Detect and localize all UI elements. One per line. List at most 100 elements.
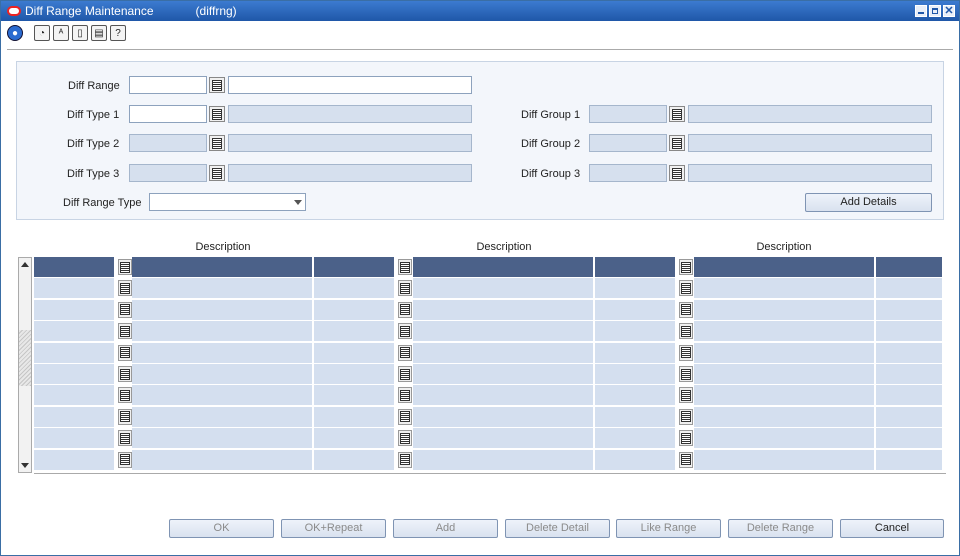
maximize-icon[interactable] xyxy=(929,5,941,17)
code-cell-1[interactable] xyxy=(34,364,116,384)
description-cell-1[interactable] xyxy=(132,385,314,406)
scroll-up-icon[interactable] xyxy=(21,262,29,267)
row-lov-button[interactable] xyxy=(679,323,693,340)
description-cell-1[interactable] xyxy=(132,257,314,277)
code-cell-1[interactable] xyxy=(34,299,116,320)
row-lov-button[interactable] xyxy=(118,301,132,318)
code-cell-3[interactable] xyxy=(595,321,677,342)
scroll-thumb[interactable] xyxy=(19,330,31,386)
row-lov-button[interactable] xyxy=(118,451,132,468)
description-cell-1[interactable] xyxy=(132,449,314,470)
code-cell-3[interactable] xyxy=(595,278,677,299)
like-range-button[interactable]: Like Range xyxy=(616,519,721,538)
row-lov-button[interactable] xyxy=(118,259,132,275)
diff-range-type-select[interactable] xyxy=(149,193,306,211)
grid-scrollbar[interactable] xyxy=(18,257,32,473)
row-lov-button[interactable] xyxy=(398,280,412,297)
add-button[interactable]: Add xyxy=(393,519,498,538)
row-lov-button[interactable] xyxy=(398,259,412,275)
extra-cell[interactable] xyxy=(876,428,944,449)
row-lov-button[interactable] xyxy=(118,280,132,297)
row-lov-button[interactable] xyxy=(398,344,412,361)
code-cell-2[interactable] xyxy=(314,342,396,363)
diff-type-3-lov-button[interactable] xyxy=(209,165,225,181)
diff-group-1-lov-button[interactable] xyxy=(669,106,685,122)
description-cell-2[interactable] xyxy=(413,321,595,342)
description-cell-3[interactable] xyxy=(694,428,876,449)
description-cell-2[interactable] xyxy=(413,278,595,299)
description-cell-2[interactable] xyxy=(413,299,595,320)
code-cell-3[interactable] xyxy=(595,428,677,449)
close-icon[interactable]: ✕ xyxy=(943,5,955,17)
extra-cell[interactable] xyxy=(876,364,944,384)
code-cell-2[interactable] xyxy=(314,449,396,470)
row-lov-button[interactable] xyxy=(679,301,693,318)
table-row[interactable] xyxy=(34,257,944,277)
description-cell-2[interactable] xyxy=(413,257,595,277)
extra-cell[interactable] xyxy=(876,257,944,277)
row-lov-button[interactable] xyxy=(398,301,412,318)
code-cell-2[interactable] xyxy=(314,406,396,427)
description-cell-2[interactable] xyxy=(413,406,595,427)
extra-cell[interactable] xyxy=(876,449,944,470)
scroll-down-icon[interactable] xyxy=(21,463,29,468)
description-cell-1[interactable] xyxy=(132,428,314,449)
code-cell-1[interactable] xyxy=(34,406,116,427)
row-lov-button[interactable] xyxy=(118,323,132,340)
description-cell-1[interactable] xyxy=(132,406,314,427)
code-cell-3[interactable] xyxy=(595,385,677,406)
question-icon[interactable]: ? xyxy=(110,25,126,41)
row-lov-button[interactable] xyxy=(679,408,693,425)
code-cell-1[interactable] xyxy=(34,385,116,406)
clipboard-icon[interactable]: ▯ xyxy=(72,25,88,41)
table-row[interactable] xyxy=(34,385,944,406)
row-lov-button[interactable] xyxy=(679,280,693,297)
code-cell-1[interactable] xyxy=(34,257,116,277)
code-cell-2[interactable] xyxy=(314,299,396,320)
row-lov-button[interactable] xyxy=(398,451,412,468)
description-cell-3[interactable] xyxy=(694,278,876,299)
extra-cell[interactable] xyxy=(876,342,944,363)
diff-range-description-input[interactable] xyxy=(228,76,472,94)
delete-range-button[interactable]: Delete Range xyxy=(728,519,833,538)
description-cell-1[interactable] xyxy=(132,299,314,320)
extra-cell[interactable] xyxy=(876,321,944,342)
code-cell-1[interactable] xyxy=(34,449,116,470)
extra-cell[interactable] xyxy=(876,406,944,427)
code-cell-1[interactable] xyxy=(34,278,116,299)
diff-range-lov-button[interactable] xyxy=(209,77,225,93)
description-cell-3[interactable] xyxy=(694,257,876,277)
code-cell-1[interactable] xyxy=(34,342,116,363)
diff-group-2-lov-button[interactable] xyxy=(669,135,685,151)
table-row[interactable] xyxy=(34,406,944,427)
description-cell-1[interactable] xyxy=(132,342,314,363)
row-lov-button[interactable] xyxy=(398,387,412,404)
cancel-button[interactable]: Cancel xyxy=(840,519,944,538)
code-cell-2[interactable] xyxy=(314,364,396,384)
description-cell-2[interactable] xyxy=(413,428,595,449)
ok-repeat-button[interactable]: OK+Repeat xyxy=(281,519,386,538)
extra-cell[interactable] xyxy=(876,299,944,320)
description-cell-3[interactable] xyxy=(694,449,876,470)
row-lov-button[interactable] xyxy=(679,387,693,404)
extra-cell[interactable] xyxy=(876,385,944,406)
row-lov-button[interactable] xyxy=(118,387,132,404)
row-lov-button[interactable] xyxy=(679,430,693,447)
row-lov-button[interactable] xyxy=(398,323,412,340)
add-details-button[interactable]: Add Details xyxy=(805,193,932,212)
description-cell-2[interactable] xyxy=(413,449,595,470)
description-cell-1[interactable] xyxy=(132,321,314,342)
table-row[interactable] xyxy=(34,299,944,320)
code-cell-1[interactable] xyxy=(34,428,116,449)
description-cell-2[interactable] xyxy=(413,342,595,363)
description-cell-1[interactable] xyxy=(132,278,314,299)
diff-group-1-input[interactable] xyxy=(589,105,667,123)
code-cell-2[interactable] xyxy=(314,321,396,342)
description-cell-2[interactable] xyxy=(413,364,595,384)
code-cell-2[interactable] xyxy=(314,428,396,449)
row-lov-button[interactable] xyxy=(398,408,412,425)
row-lov-button[interactable] xyxy=(398,430,412,447)
code-cell-2[interactable] xyxy=(314,278,396,299)
row-lov-button[interactable] xyxy=(118,430,132,447)
diff-range-input[interactable] xyxy=(129,76,207,94)
